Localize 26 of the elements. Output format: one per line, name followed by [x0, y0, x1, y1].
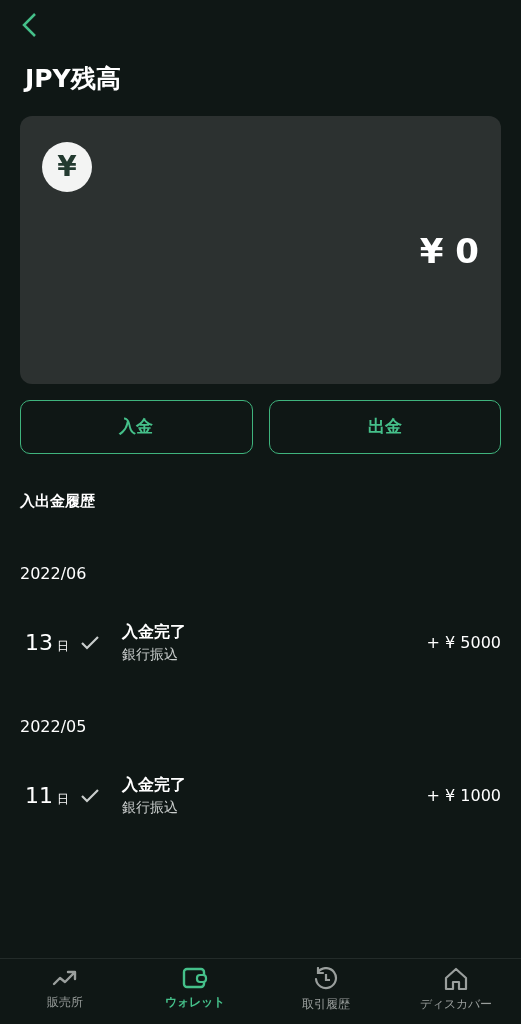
yen-coin-icon: ¥ — [42, 141, 92, 192]
nav-tab[interactable]: ディスカバー — [390, 959, 521, 1024]
day-number: 11 — [25, 782, 53, 810]
day-unit: 日 — [57, 637, 69, 655]
status-text: 入金完了 — [122, 621, 186, 643]
month-label: 2022/05 — [20, 716, 88, 738]
nav-tab[interactable]: ウォレット — [130, 959, 261, 1024]
section-title: 入出金履歴 — [20, 490, 96, 512]
nav-tab[interactable]: 販売所 — [0, 959, 131, 1024]
action-button[interactable]: 入金 — [20, 399, 253, 454]
back-button[interactable] — [20, 12, 38, 38]
amount-text: + ¥ 5000 — [426, 631, 501, 654]
day-unit: 日 — [57, 790, 69, 808]
nav-tab[interactable]: 取引履歴 — [260, 959, 391, 1024]
home-icon — [442, 967, 469, 991]
balance-amount: ¥ 0 — [419, 229, 479, 273]
method-text: 銀行振込 — [122, 798, 179, 817]
page-title: JPY残高 — [25, 63, 122, 95]
amount-text: + ¥ 1000 — [426, 784, 501, 807]
status-text: 入金完了 — [122, 774, 186, 796]
day-number: 13 — [25, 629, 53, 657]
wallet-icon — [182, 967, 209, 989]
month-label: 2022/06 — [20, 563, 88, 585]
method-text: 銀行振込 — [122, 645, 179, 664]
history-icon — [312, 967, 339, 991]
action-button[interactable]: 出金 — [268, 399, 501, 454]
